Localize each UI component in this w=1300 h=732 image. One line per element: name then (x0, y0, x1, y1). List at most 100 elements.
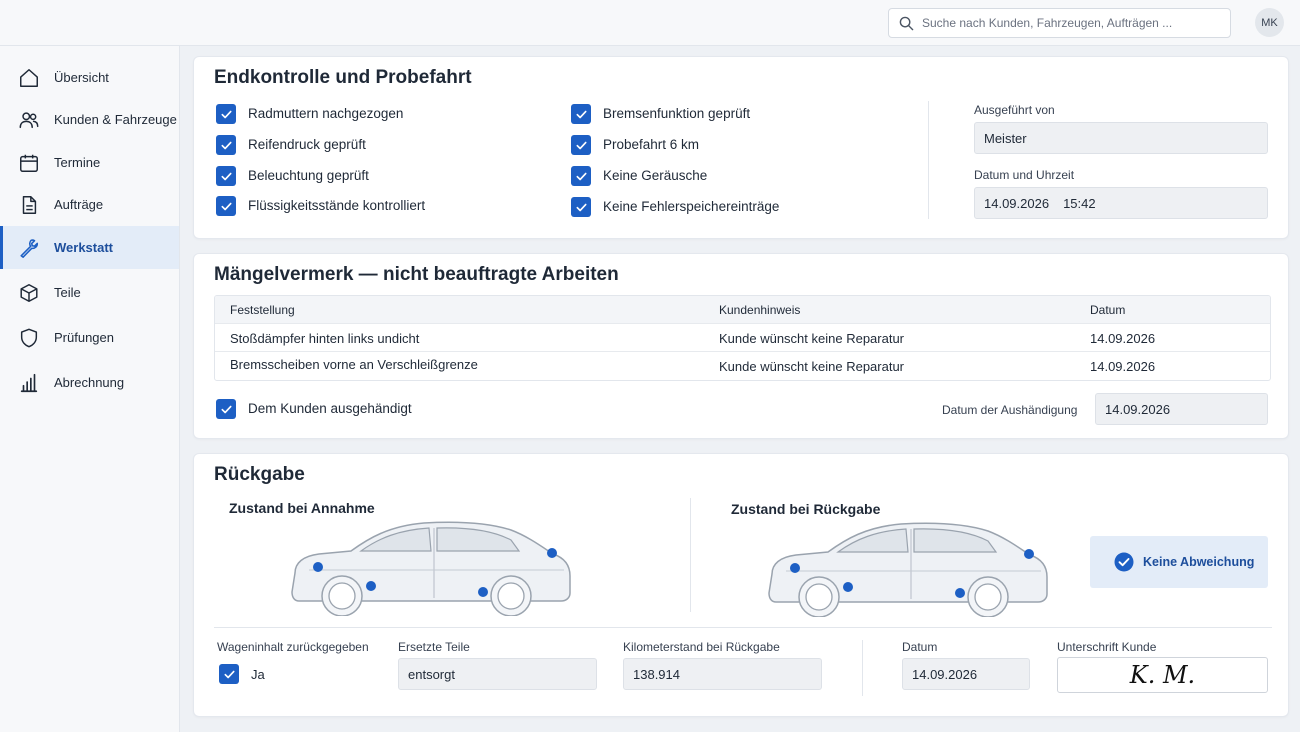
sidebar-item-label: Abrechnung (54, 375, 125, 390)
check-label: Flüssigkeitsstände kontrolliert (248, 198, 426, 213)
checkbox-bremsen[interactable] (571, 104, 591, 124)
column-header: Feststellung (230, 303, 295, 317)
sidebar-item-label: Werkstatt (54, 240, 114, 255)
calendar-icon (20, 154, 38, 172)
checkmark-icon (220, 110, 232, 118)
checkbox-geraeusche[interactable] (571, 166, 591, 186)
wrench-icon (20, 238, 39, 258)
column-header: Kundenhinweis (719, 303, 801, 317)
sidebar-item-label: Prüfungen (54, 330, 114, 345)
checkbox-probefahrt[interactable] (571, 135, 591, 155)
checkbox-beleuchtung[interactable] (216, 166, 236, 186)
checkbox-radmuttern[interactable] (216, 104, 236, 124)
box-icon (20, 283, 38, 302)
search-input[interactable] (922, 16, 1212, 30)
signature: K. M. (1129, 661, 1196, 689)
checkbox-fehlerspeicher[interactable] (571, 197, 591, 217)
parts-label: Ersetzte Teile (398, 640, 470, 654)
check-label: Keine Fehlerspeichereinträge (603, 199, 780, 214)
checkbox-reifendruck[interactable] (216, 135, 236, 155)
sidebar-item-label: Kunden & Fahrzeuge (54, 112, 177, 127)
maengel-table: Feststellung Kundenhinweis Datum Stoßdäm… (214, 295, 1271, 381)
sidebar-item-label: Übersicht (54, 70, 109, 85)
sidebar-item-label: Aufträge (54, 197, 104, 212)
checkmark-icon (575, 141, 587, 149)
sidebar-item-auftraege[interactable]: Aufträge (0, 183, 179, 226)
car-intake-diagram (291, 521, 571, 616)
checkmark-icon (220, 172, 232, 180)
sidebar-item-label: Teile (54, 285, 81, 300)
contents-label: Wageninhalt zurückgegeben (217, 640, 369, 654)
table-header: Feststellung Kundenhinweis Datum (215, 296, 1270, 324)
sidebar-item-pruefungen[interactable]: Prüfungen (0, 316, 179, 359)
search-bar[interactable] (888, 8, 1231, 38)
mileage-field[interactable]: 138.914 (623, 658, 822, 690)
checkmark-icon (575, 172, 587, 180)
rueckgabe-card: Rückgabe Zustand bei Annahme Zustand bei… (193, 453, 1289, 717)
table-cell: Kunde wünscht keine Reparatur (719, 359, 905, 374)
column-header: Datum (1090, 303, 1126, 317)
divider (690, 498, 691, 612)
checkbox-wageninhalt[interactable] (219, 664, 239, 684)
check-label: Probefahrt 6 km (603, 137, 700, 152)
sidebar-item-termine[interactable]: Termine (0, 141, 179, 184)
avatar[interactable]: MK (1255, 8, 1284, 37)
table-row[interactable]: Bremsscheiben vorne an Verschleißgrenze … (215, 352, 1270, 380)
sidebar-item-abrechnung[interactable]: Abrechnung (0, 361, 179, 404)
table-cell: Kunde wünscht keine Reparatur (719, 331, 905, 346)
status-text: Keine Abweichung (1143, 555, 1255, 569)
checkbox-fluessigkeiten[interactable] (216, 196, 236, 216)
checkmark-icon (223, 670, 235, 678)
table-cell: Stoßdämpfer hinten links undicht (230, 331, 420, 346)
table-row[interactable]: Stoßdämpfer hinten links undicht Kunde w… (215, 324, 1270, 352)
sidebar: Übersicht Kunden & Fahrzeuge Termine Auf… (0, 46, 180, 732)
status-badge: Keine Abweichung (1090, 536, 1268, 588)
handed-label: Dem Kunden ausgehändigt (248, 401, 412, 416)
bar-chart-icon (20, 373, 38, 392)
return-date-label: Datum (902, 640, 938, 654)
shield-icon (20, 328, 38, 347)
home-icon (20, 68, 38, 87)
check-label: Bremsenfunktion geprüft (603, 106, 751, 121)
divider (928, 101, 929, 219)
check-label: Keine Geräusche (603, 168, 708, 183)
sidebar-item-label: Termine (54, 155, 101, 170)
check-label: Radmuttern nachgezogen (248, 106, 404, 121)
parts-field[interactable]: entsorgt (398, 658, 597, 690)
top-bar: MK (0, 0, 1300, 46)
date-value: 14.09.2026 (984, 195, 1050, 211)
executed-by-label: Ausgeführt von (974, 103, 1055, 117)
sidebar-item-uebersicht[interactable]: Übersicht (0, 56, 179, 99)
sidebar-item-teile[interactable]: Teile (0, 271, 179, 314)
datetime-label: Datum und Uhrzeit (974, 168, 1075, 182)
maengel-title: Mängelvermerk — nicht beauftragte Arbeit… (214, 264, 619, 285)
checkbox-ausgehaendigt[interactable] (216, 399, 236, 419)
divider (862, 640, 863, 696)
sidebar-item-werkstatt[interactable]: Werkstatt (0, 226, 179, 269)
return-date-field[interactable]: 14.09.2026 (902, 658, 1030, 690)
car-return-diagram (768, 522, 1048, 617)
check-label: Beleuchtung geprüft (248, 168, 369, 183)
checkmark-icon (575, 110, 587, 118)
datetime-field[interactable]: 14.09.2026 15:42 (974, 187, 1268, 219)
document-icon (22, 195, 37, 214)
signature-field[interactable]: K. M. (1057, 657, 1268, 693)
signature-label: Unterschrift Kunde (1057, 640, 1157, 654)
intake-title: Zustand bei Annahme (229, 500, 375, 516)
checkmark-icon (220, 141, 232, 149)
sidebar-item-kunden[interactable]: Kunden & Fahrzeuge (0, 98, 179, 141)
checkmark-icon (575, 203, 587, 211)
check-label: Reifendruck geprüft (248, 137, 366, 152)
endkontrolle-title: Endkontrolle und Probefahrt (214, 67, 472, 88)
table-cell: 14.09.2026 (1090, 331, 1156, 346)
checkmark-icon (220, 405, 232, 413)
check-circle-icon (1114, 552, 1134, 572)
contents-value: Ja (251, 667, 265, 682)
executed-by-field[interactable]: Meister (974, 122, 1268, 154)
users-icon (19, 111, 39, 128)
maengel-card: Mängelvermerk — nicht beauftragte Arbeit… (193, 253, 1289, 439)
table-cell: 14.09.2026 (1090, 359, 1156, 374)
mileage-label: Kilometerstand bei Rückgabe (623, 640, 780, 654)
search-icon (899, 16, 914, 30)
handed-date-field[interactable]: 14.09.2026 (1095, 393, 1268, 425)
